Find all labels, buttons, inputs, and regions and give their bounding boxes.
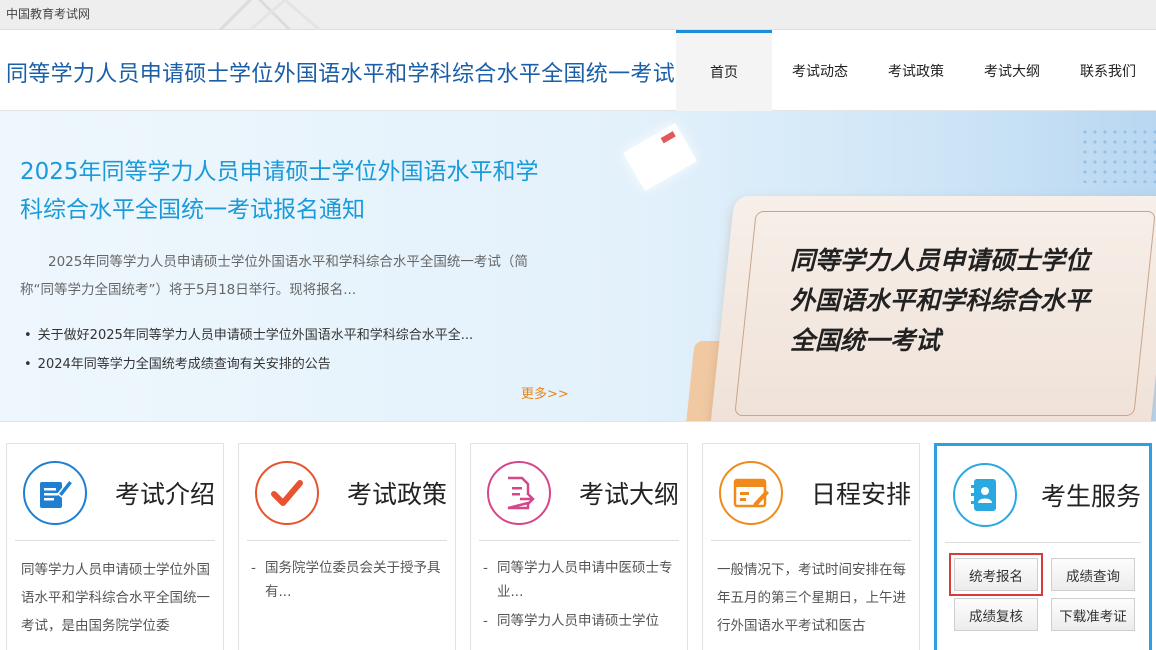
download-admission-ticket-button[interactable]: 下载准考证 — [1051, 598, 1135, 631]
checkmark-icon[interactable] — [255, 461, 319, 525]
paper-illustration — [623, 122, 697, 192]
score-review-button[interactable]: 成绩复核 — [954, 598, 1038, 631]
banner-link-score-query[interactable]: 2024年同等学力全国统考成绩查询有关安排的公告 — [24, 350, 473, 379]
exam-registration-button[interactable]: 统考报名 — [949, 553, 1043, 596]
list-item[interactable]: 国务院学位委员会关于授予具有... — [251, 556, 447, 604]
card-title[interactable]: 考生服务 — [1041, 477, 1141, 513]
list-item[interactable]: 同等学力人员申请硕士学位 — [483, 609, 679, 633]
calendar-edit-icon[interactable] — [719, 461, 783, 525]
file-export-icon[interactable] — [487, 461, 551, 525]
page-title: 同等学力人员申请硕士学位外国语水平和学科综合水平全国统一考试 — [6, 62, 676, 87]
hero-banner: 2025年同等学力人员申请硕士学位外国语水平和学科综合水平全国统一考试报名通知 … — [0, 111, 1156, 422]
banner-link-list: 关于做好2025年同等学力人员申请硕士学位外国语水平和学科综合水平全... 20… — [24, 321, 473, 379]
divider — [711, 540, 911, 541]
main-nav: 首页 考试动态 考试政策 考试大纲 联系我们 — [676, 30, 1156, 111]
score-query-button[interactable]: 成绩查询 — [1051, 558, 1135, 591]
card-title[interactable]: 考试介绍 — [115, 475, 215, 511]
nav-exam-policy[interactable]: 考试政策 — [868, 30, 964, 111]
board-caption: 同等学力人员申请硕士学位 外国语水平和学科综合水平 全国统一考试 — [790, 241, 1090, 361]
card-title[interactable]: 日程安排 — [811, 475, 911, 511]
card-exam-intro: 考试介绍 同等学力人员申请硕士学位外国语水平和学科综合水平全国统一考试，是由国务… — [6, 443, 224, 650]
card-exam-syllabus: 考试大纲 同等学力人员申请中医硕士专业... 同等学力人员申请硕士学位 — [470, 443, 688, 650]
card-body-text: 同等学力人员申请硕士学位外国语水平和学科综合水平全国统一考试，是由国务院学位委 — [21, 562, 210, 634]
card-candidate-services: 考生服务 统考报名 成绩查询 成绩复核 下载准考证 — [934, 443, 1152, 650]
card-schedule: 日程安排 一般情况下，考试时间安排在每年五月的第三个星期日，上午进行外国语水平考… — [702, 443, 920, 650]
divider — [479, 540, 679, 541]
site-name-link[interactable]: 中国教育考试网 — [6, 5, 90, 22]
nav-home[interactable]: 首页 — [676, 30, 772, 111]
top-bar: 中国教育考试网 — [0, 0, 1156, 30]
banner-summary: 2025年同等学力人员申请硕士学位外国语水平和学科综合水平全国统一考试（简称“同… — [20, 254, 528, 298]
nav-contact-us[interactable]: 联系我们 — [1060, 30, 1156, 111]
card-link-list: 同等学力人员申请中医硕士专业... 同等学力人员申请硕士学位 — [483, 556, 679, 638]
card-title[interactable]: 考试大纲 — [579, 475, 679, 511]
decorative-dot-grid — [1080, 127, 1156, 183]
board-caption-line: 外国语水平和学科综合水平 — [790, 286, 1091, 315]
divider — [247, 540, 447, 541]
banner-headline[interactable]: 2025年同等学力人员申请硕士学位外国语水平和学科综合水平全国统一考试报名通知 — [20, 153, 560, 229]
card-body-text: 一般情况下，考试时间安排在每年五月的第三个星期日，上午进行外国语水平考试和医古 — [717, 562, 906, 634]
site-header: 同等学力人员申请硕士学位外国语水平和学科综合水平全国统一考试 首页 考试动态 考… — [0, 30, 1156, 111]
board-caption-line: 全国统一考试 — [790, 326, 941, 355]
banner-link-notice[interactable]: 关于做好2025年同等学力人员申请硕士学位外国语水平和学科综合水平全... — [24, 321, 473, 350]
card-exam-policy: 考试政策 国务院学位委员会关于授予具有... — [238, 443, 456, 650]
nav-exam-syllabus[interactable]: 考试大纲 — [964, 30, 1060, 111]
decorative-triangles — [218, 0, 321, 30]
divider — [945, 542, 1141, 543]
document-pen-icon[interactable] — [23, 461, 87, 525]
list-item[interactable]: 同等学力人员申请中医硕士专业... — [483, 556, 679, 604]
nav-exam-news[interactable]: 考试动态 — [772, 30, 868, 111]
card-link-list: 国务院学位委员会关于授予具有... — [251, 556, 447, 609]
more-link[interactable]: 更多>> — [521, 383, 569, 402]
board-caption-line: 同等学力人员申请硕士学位 — [790, 246, 1091, 275]
card-title[interactable]: 考试政策 — [347, 475, 447, 511]
contact-book-icon[interactable] — [953, 463, 1017, 527]
divider — [15, 540, 215, 541]
